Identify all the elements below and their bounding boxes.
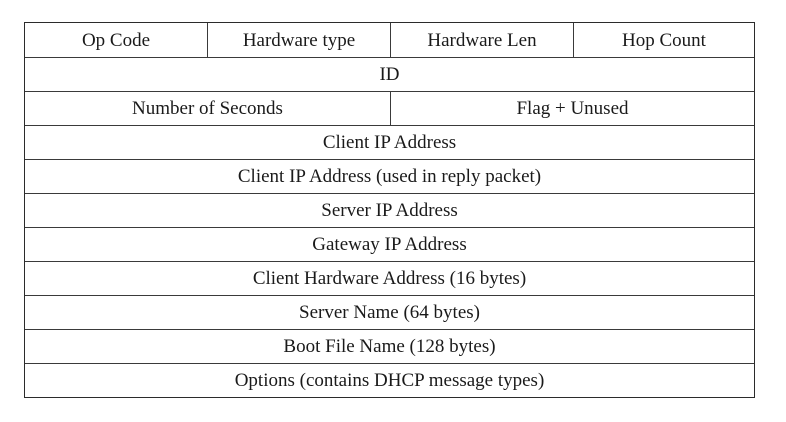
field-op-code: Op Code [81,29,151,51]
packet-row-client-hw: Client Hardware Address (16 bytes) [25,261,754,295]
dhcp-packet-format-table: Op Code Hardware type Hardware Len Hop C… [24,22,755,398]
field-hop-count: Hop Count [573,23,754,57]
field-server-ip-address: Server IP Address [321,200,458,221]
packet-row-boot-file: Boot File Name (128 bytes) [25,329,754,363]
packet-row-server-ip: Server IP Address [25,193,754,227]
packet-row-client-ip: Client IP Address [25,125,754,159]
field-client-ip-reply: Client IP Address (used in reply packet) [237,166,542,187]
field-options: Options (contains DHCP message types) [234,370,545,391]
packet-row-id: ID [25,57,754,91]
field-hardware-type: Hardware type [207,23,390,57]
field-flag-unused: Flag + Unused [390,92,754,125]
field-boot-file-name: Boot File Name (128 bytes) [283,336,496,357]
packet-row-your-ip: Client IP Address (used in reply packet) [25,159,754,193]
packet-row-gateway-ip: Gateway IP Address [25,227,754,261]
packet-row-header: Op Code Hardware type Hardware Len Hop C… [25,23,754,57]
field-client-hardware-address: Client Hardware Address (16 bytes) [252,268,527,289]
field-hardware-len: Hardware Len [390,23,573,57]
field-server-name: Server Name (64 bytes) [299,302,480,323]
packet-row-server-name: Server Name (64 bytes) [25,295,754,329]
field-id: ID [379,64,400,85]
packet-row-options: Options (contains DHCP message types) [25,363,754,397]
field-gateway-ip-address: Gateway IP Address [312,234,467,255]
packet-row-seconds: Number of Seconds Flag + Unused [25,91,754,125]
field-client-ip-address: Client IP Address [322,132,457,153]
field-number-of-seconds: Number of Seconds [132,98,283,119]
